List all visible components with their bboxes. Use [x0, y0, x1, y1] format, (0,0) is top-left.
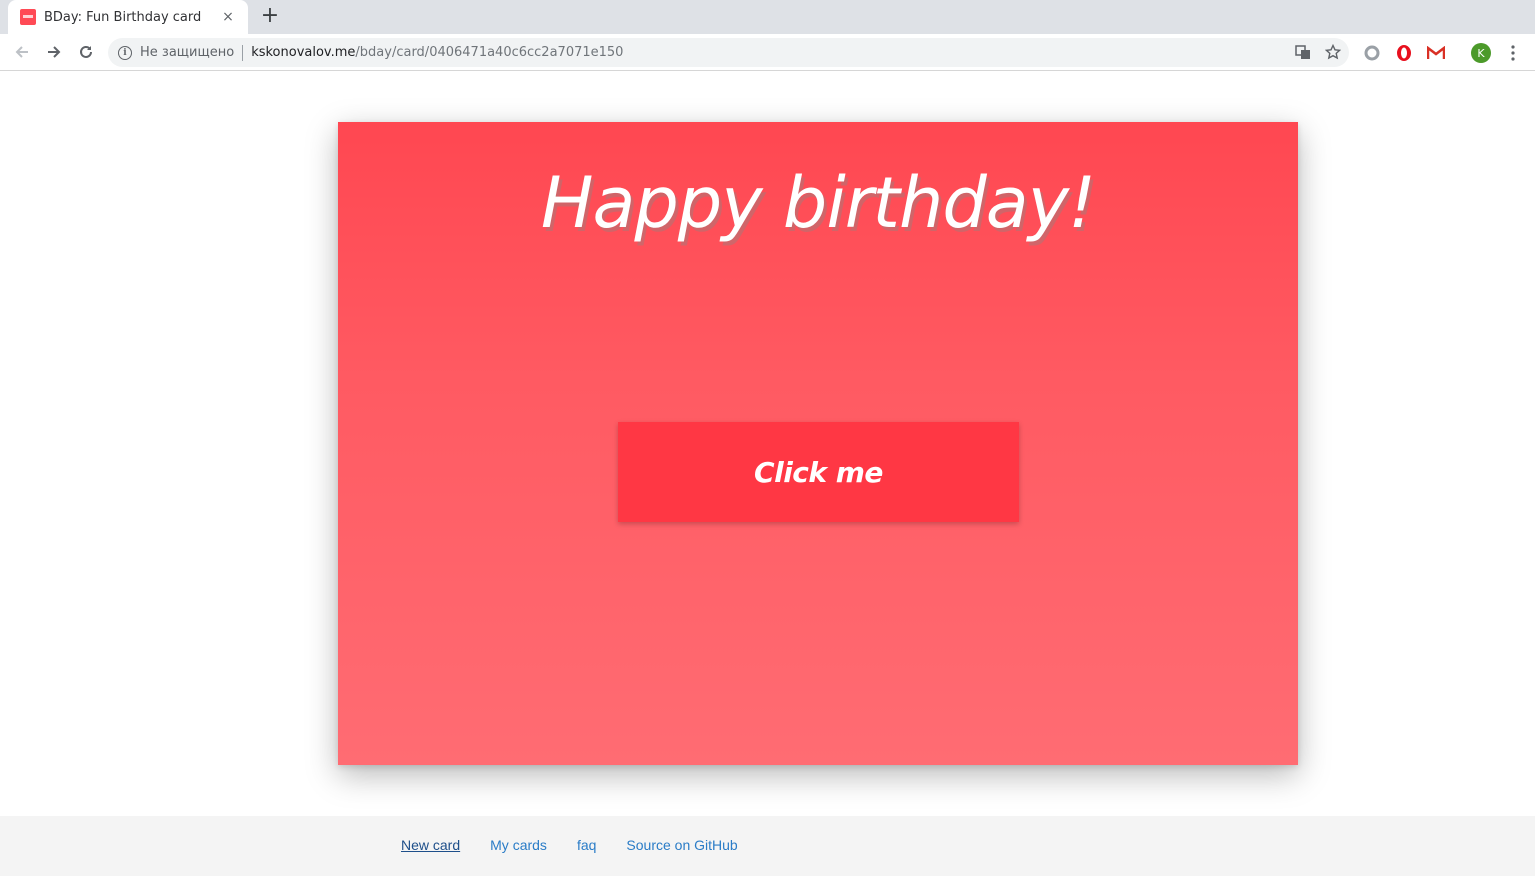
- footer-link-faq[interactable]: faq: [577, 837, 596, 853]
- security-label: Не защищено: [140, 45, 235, 60]
- avatar: K: [1471, 43, 1491, 63]
- opera-icon[interactable]: [1394, 43, 1414, 63]
- card-title: Happy birthday!: [540, 162, 1096, 244]
- footer-nav: New card My cards faq Source on GitHub: [401, 837, 738, 853]
- arrow-right-icon: [48, 46, 61, 58]
- new-tab-button[interactable]: +: [258, 5, 282, 29]
- tab-strip: BDay: Fun Birthday card × +: [0, 0, 1535, 34]
- footer-link-my-cards[interactable]: My cards: [490, 837, 547, 853]
- kebab-menu-icon: [1511, 45, 1515, 61]
- divider: [242, 44, 244, 61]
- birthday-card: Happy birthday! Click me: [338, 122, 1298, 765]
- forward-button[interactable]: [42, 40, 66, 64]
- url-host: kskonovalov.me: [251, 45, 356, 60]
- footer: New card My cards faq Source on GitHub: [0, 816, 1535, 876]
- arrow-left-icon: [15, 46, 28, 58]
- back-button[interactable]: [10, 40, 34, 64]
- star-icon[interactable]: [1325, 44, 1341, 60]
- tab-title: BDay: Fun Birthday card: [44, 9, 202, 25]
- close-icon[interactable]: ×: [220, 9, 236, 25]
- reload-button[interactable]: [74, 40, 98, 64]
- extension-circle-icon[interactable]: [1362, 43, 1382, 63]
- gmail-icon[interactable]: [1426, 43, 1446, 63]
- favicon-icon: [20, 9, 36, 25]
- menu-button[interactable]: [1503, 43, 1523, 63]
- reload-icon: [80, 45, 92, 58]
- footer-link-github[interactable]: Source on GitHub: [626, 837, 737, 853]
- address-bar[interactable]: i Не защищено kskonovalov.me /bday/card/…: [108, 38, 1349, 67]
- url-path: /bday/card/0406471a40c6cc2a7071e150: [355, 45, 624, 60]
- click-me-button[interactable]: Click me: [618, 422, 1019, 522]
- browser-tab[interactable]: BDay: Fun Birthday card ×: [8, 0, 248, 34]
- browser-toolbar: i Не защищено kskonovalov.me /bday/card/…: [0, 34, 1535, 71]
- info-icon[interactable]: i: [118, 45, 132, 60]
- translate-icon[interactable]: [1295, 44, 1311, 60]
- footer-link-new-card[interactable]: New card: [401, 837, 460, 853]
- profile-avatar[interactable]: K: [1471, 43, 1491, 63]
